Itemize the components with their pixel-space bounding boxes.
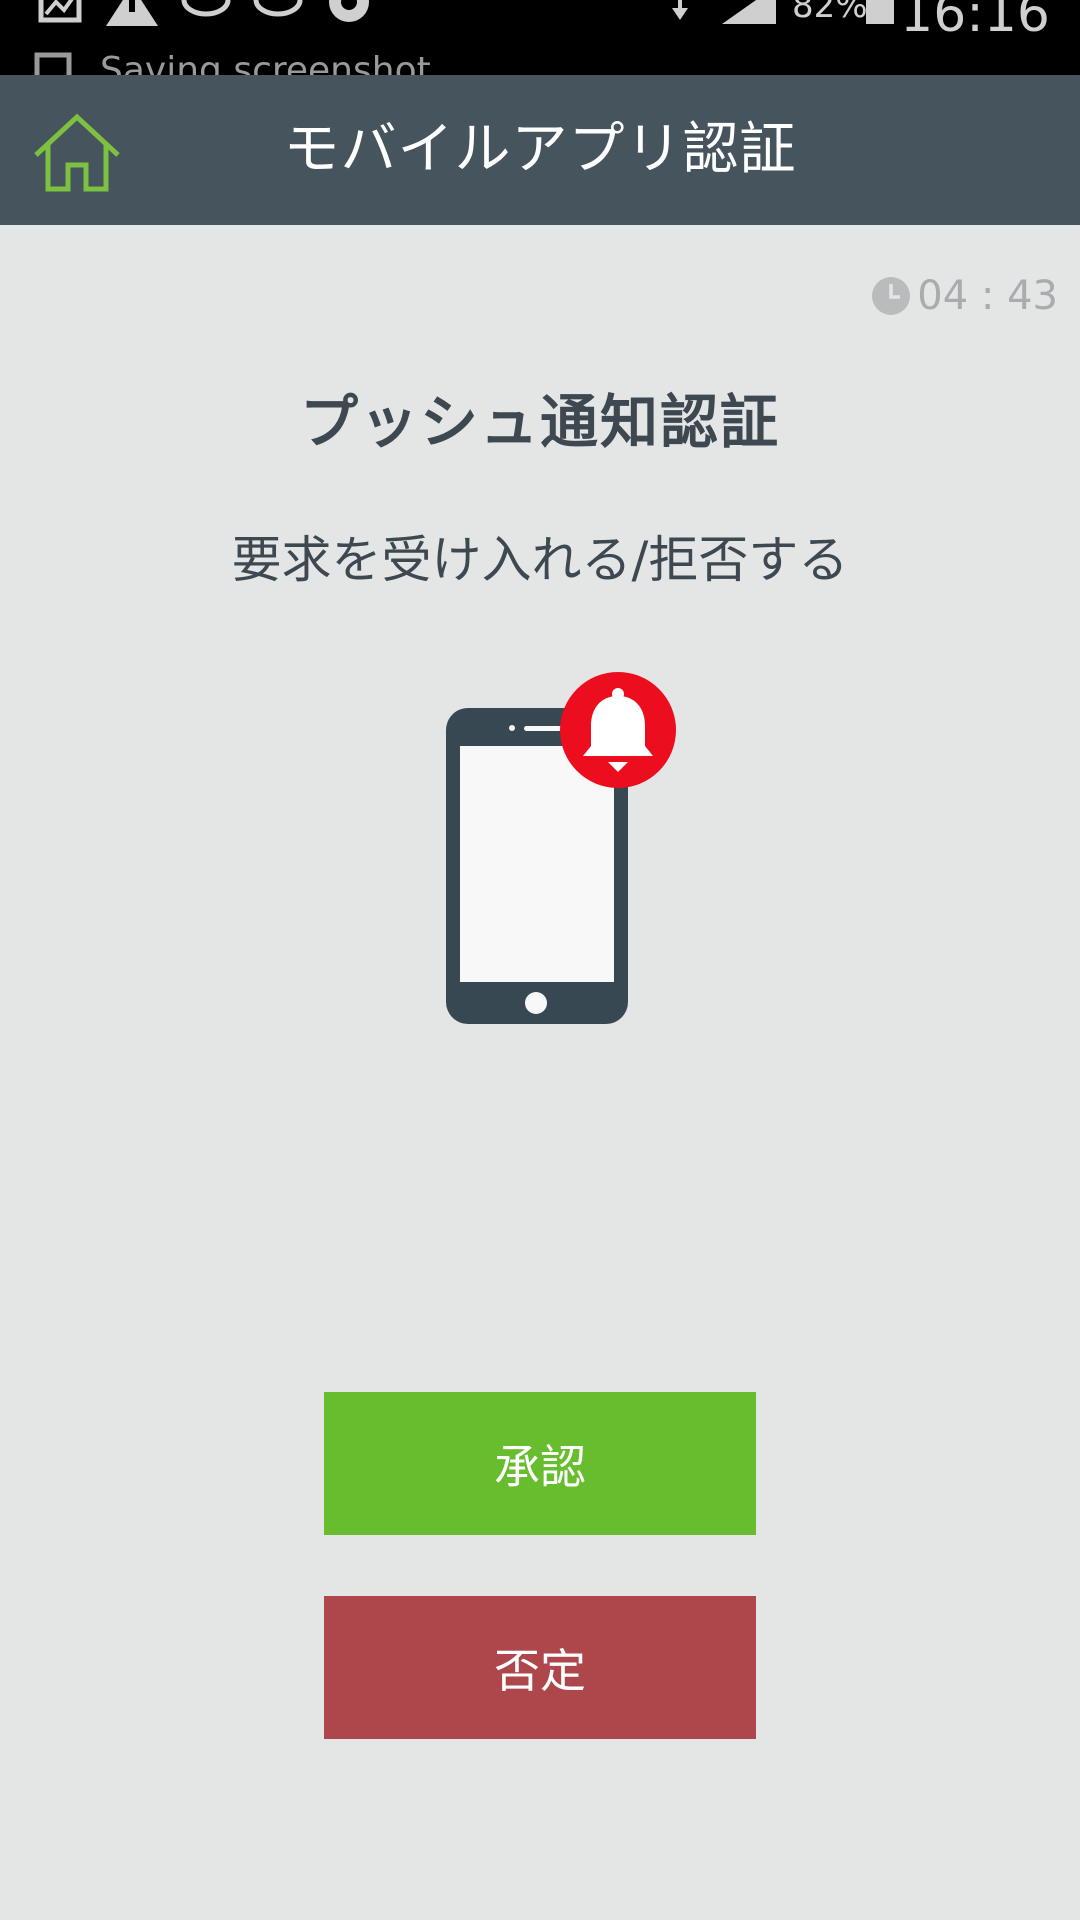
page-title: モバイルアプリ認証	[283, 117, 797, 182]
clock-time: 16:16	[900, 0, 1050, 44]
gallery-icon	[38, 0, 82, 23]
timer-value: 04 : 43	[917, 273, 1058, 319]
countdown-timer: 04 : 43	[871, 272, 1058, 320]
bell-badge-icon	[560, 672, 676, 788]
link-icon	[253, 0, 303, 17]
auth-heading: プッシュ通知認証	[299, 388, 780, 456]
signal-icon	[722, 0, 776, 24]
deny-button[interactable]: 否定	[324, 1596, 756, 1739]
battery-icon	[866, 0, 894, 24]
data-transfer-icon	[672, 0, 688, 20]
notification-checkbox-icon	[34, 52, 72, 75]
approve-button[interactable]: 承認	[324, 1392, 756, 1535]
app-bar: モバイルアプリ認証	[0, 75, 1080, 225]
home-button[interactable]	[32, 113, 122, 193]
phone-with-bell-icon	[446, 672, 676, 1024]
link-icon	[181, 0, 231, 17]
auth-instructions: 要求を受け入れる/拒否する	[231, 531, 849, 589]
warning-icon	[106, 0, 158, 26]
home-icon	[34, 113, 120, 192]
status-bar: Saving screenshot 82% 16:16	[0, 0, 1080, 75]
battery-percent: 82%	[792, 0, 868, 26]
notification-text: Saving screenshot	[100, 50, 431, 75]
clock-icon	[872, 277, 911, 315]
chrome-icon	[329, 0, 369, 22]
